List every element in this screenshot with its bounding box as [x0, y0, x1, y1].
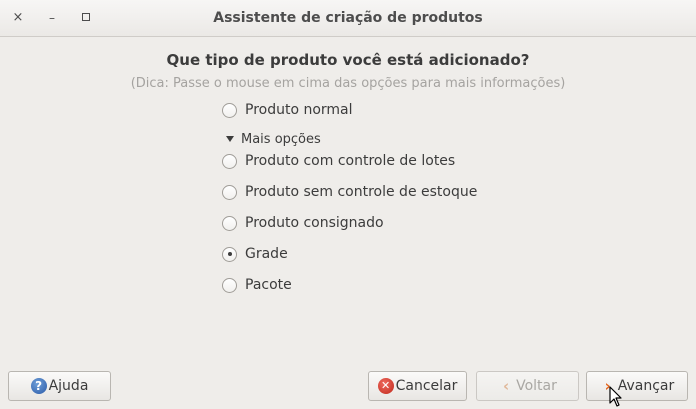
radio-button[interactable]: [222, 277, 237, 293]
option-label: Pacote: [245, 277, 292, 293]
title-bar: × – Assistente de criação de produtos: [0, 0, 696, 37]
cancel-button[interactable]: ✕ Cancelar: [368, 371, 467, 401]
cancel-icon: ✕: [377, 378, 394, 394]
more-options-expander[interactable]: Mais opções: [226, 130, 321, 148]
option-produto-sem-estoque[interactable]: Produto sem controle de estoque: [222, 181, 477, 203]
help-icon: ?: [30, 378, 47, 394]
window-title: Assistente de criação de produtos: [213, 10, 483, 26]
radio-button[interactable]: [222, 102, 237, 118]
option-label: Produto normal: [245, 102, 353, 118]
option-produto-normal[interactable]: Produto normal: [222, 99, 353, 121]
hint-text: (Dica: Passe o mouse em cima das opções …: [130, 76, 566, 91]
option-label: Produto consignado: [245, 215, 384, 231]
help-button[interactable]: ? Ajuda: [8, 371, 111, 401]
radio-button[interactable]: [222, 153, 237, 169]
option-label: Grade: [245, 246, 288, 262]
mouse-pointer-icon: [609, 386, 622, 407]
option-grade[interactable]: Grade: [222, 243, 288, 265]
option-produto-consignado[interactable]: Produto consignado: [222, 212, 384, 234]
cancel-button-label: Cancelar: [395, 378, 458, 394]
question-heading: Que tipo de produto você está adicionado…: [166, 51, 530, 69]
help-button-label: Ajuda: [48, 378, 89, 394]
radio-button[interactable]: [222, 184, 237, 200]
option-pacote[interactable]: Pacote: [222, 274, 292, 296]
radio-button-selected[interactable]: [222, 246, 237, 262]
back-button-label: Voltar: [516, 378, 557, 394]
forward-button-label: Avançar: [617, 378, 675, 394]
radio-button[interactable]: [222, 215, 237, 231]
expander-label: Mais opções: [241, 131, 321, 147]
option-produto-lotes[interactable]: Produto com controle de lotes: [222, 150, 455, 172]
forward-button[interactable]: › Avançar: [586, 371, 688, 401]
expander-triangle-icon: [226, 136, 234, 142]
back-button[interactable]: ‹ Voltar: [476, 371, 579, 401]
back-arrow-icon: ‹: [503, 377, 510, 395]
option-label: Produto com controle de lotes: [245, 153, 456, 169]
option-label: Produto sem controle de estoque: [245, 184, 478, 200]
